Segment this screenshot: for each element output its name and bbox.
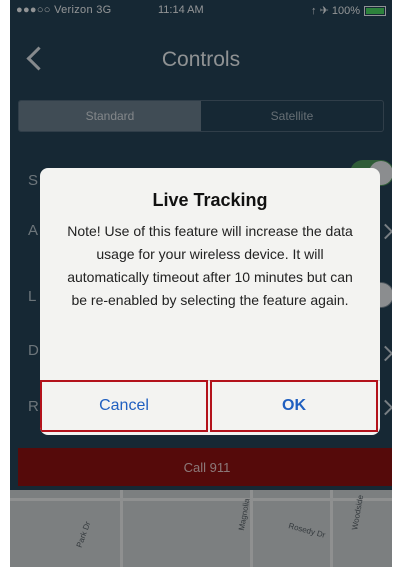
live-tracking-alert: Live Tracking Note! Use of this feature …: [40, 168, 380, 435]
alert-title: Live Tracking: [152, 190, 268, 210]
ok-button[interactable]: OK: [210, 380, 378, 432]
cancel-button[interactable]: Cancel: [40, 380, 208, 432]
alert-message: Note! Use of this feature will increase …: [67, 223, 353, 308]
phone-screen: ●●●○○ Verizon 3G 11:14 AM ↑ ✈ 100% Contr…: [10, 0, 392, 567]
